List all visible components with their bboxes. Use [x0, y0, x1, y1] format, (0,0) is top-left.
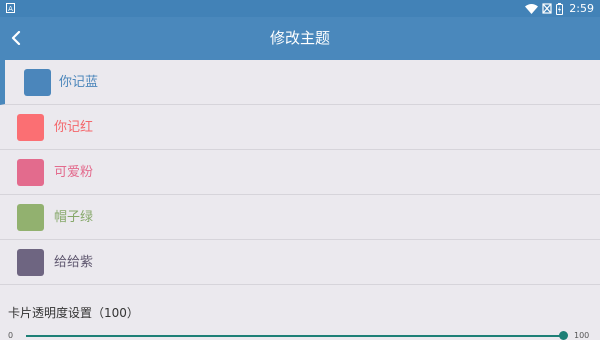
opacity-slider-thumb[interactable]: [559, 331, 568, 340]
status-time: 2:59: [569, 2, 594, 15]
theme-item-red[interactable]: 你记红: [0, 105, 600, 150]
opacity-slider-track[interactable]: [26, 335, 564, 337]
page-title: 修改主题: [269, 29, 330, 47]
no-sim-icon: [542, 3, 552, 14]
battery-icon: [556, 2, 564, 15]
slider-max-label: 100: [574, 331, 590, 340]
theme-label: 你记红: [54, 120, 94, 135]
color-swatch: [17, 159, 44, 186]
status-icons: 2:59: [525, 0, 594, 17]
color-swatch: [17, 249, 44, 276]
theme-label: 你记蓝: [59, 75, 99, 90]
theme-list: 你记蓝 你记红 可爱粉 帽子绿 给给紫: [0, 60, 600, 285]
slider-min-label: 0: [8, 331, 14, 340]
status-bar: A 2:59: [0, 0, 600, 17]
app-bar: 修改主题: [0, 17, 600, 60]
theme-label: 可爱粉: [54, 165, 94, 180]
theme-item-purple[interactable]: 给给紫: [0, 240, 600, 285]
color-swatch: [17, 114, 44, 141]
theme-item-blue[interactable]: 你记蓝: [0, 60, 600, 105]
theme-label: 帽子绿: [54, 210, 94, 225]
app-notification-icon: A: [6, 3, 15, 13]
color-swatch: [24, 69, 51, 96]
theme-item-pink[interactable]: 可爱粉: [0, 150, 600, 195]
theme-item-green[interactable]: 帽子绿: [0, 195, 600, 240]
opacity-setting-label: 卡片透明度设置（100）: [8, 306, 139, 320]
color-swatch: [17, 204, 44, 231]
wifi-icon: [525, 3, 539, 14]
theme-label: 给给紫: [54, 255, 94, 270]
